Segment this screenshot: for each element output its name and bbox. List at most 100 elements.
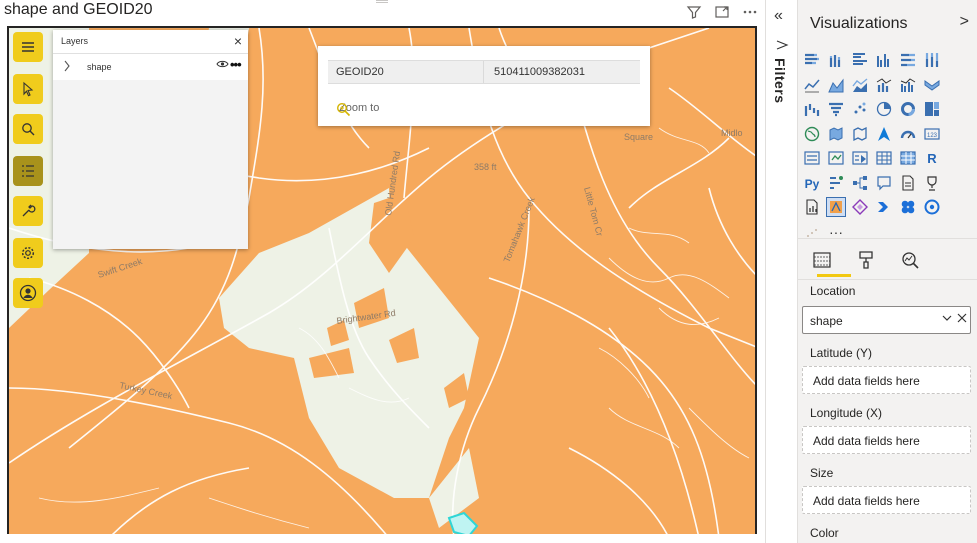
python-visual-icon[interactable]: Py bbox=[802, 173, 822, 193]
wrench-icon[interactable] bbox=[13, 196, 43, 226]
settings-icon[interactable] bbox=[13, 238, 43, 268]
map-icon[interactable] bbox=[802, 124, 822, 144]
format-visual-icon[interactable] bbox=[854, 248, 878, 272]
power-apps-icon[interactable] bbox=[850, 197, 870, 217]
line-and-clustered-column-icon[interactable] bbox=[898, 75, 918, 95]
longitude-well-dropzone[interactable]: Add data fields here bbox=[802, 426, 971, 454]
area-chart-icon[interactable] bbox=[826, 75, 846, 95]
key-influencers-icon[interactable] bbox=[826, 173, 846, 193]
focus-mode-icon[interactable] bbox=[713, 4, 731, 22]
donut-chart-icon[interactable] bbox=[898, 99, 918, 119]
gallery-divider bbox=[798, 238, 977, 239]
filter-icon[interactable] bbox=[685, 4, 703, 22]
filled-map-icon[interactable] bbox=[826, 124, 846, 144]
zoom-to-button[interactable]: Zoom to bbox=[336, 102, 379, 117]
popup-field-value: 510411009382031 bbox=[494, 66, 585, 78]
visualizations-title: Visualizations bbox=[810, 15, 908, 32]
popup-divider bbox=[483, 61, 484, 83]
clustered-column-chart-icon[interactable] bbox=[874, 50, 894, 70]
line-chart-icon[interactable] bbox=[802, 75, 822, 95]
r-script-visual-icon[interactable]: R bbox=[922, 148, 942, 168]
shape-map-icon[interactable] bbox=[850, 124, 870, 144]
stacked-area-chart-icon[interactable] bbox=[850, 75, 870, 95]
chevron-right-icon[interactable]: > bbox=[960, 13, 969, 31]
map-label-elevation: 358 ft bbox=[474, 162, 497, 172]
build-visual-icon[interactable] bbox=[810, 248, 834, 272]
popup-field-name: GEOID20 bbox=[336, 66, 384, 78]
stacked-column-chart-icon[interactable] bbox=[826, 50, 846, 70]
clustered-bar-chart-icon[interactable] bbox=[850, 50, 870, 70]
100-stacked-column-chart-icon[interactable] bbox=[922, 50, 942, 70]
size-well-label: Size bbox=[810, 466, 834, 480]
visual-title: shape and GEOID20 bbox=[4, 1, 153, 18]
location-well-label: Location bbox=[810, 284, 856, 298]
arcgis-map-icon[interactable] bbox=[826, 197, 846, 217]
table-icon[interactable] bbox=[874, 148, 894, 168]
power-automate-icon[interactable] bbox=[874, 197, 894, 217]
slicer-icon[interactable] bbox=[850, 148, 870, 168]
active-tab-indicator bbox=[817, 274, 851, 277]
map-visual[interactable]: shape and GEOID20 Swift Creek Turkey Cre… bbox=[0, 0, 765, 543]
location-field-pill[interactable]: shape bbox=[802, 306, 971, 334]
latitude-well-dropzone[interactable]: Add data fields here bbox=[802, 366, 971, 394]
custom-visual-circle-icon[interactable] bbox=[922, 197, 942, 217]
visual-header-icons bbox=[685, 4, 759, 22]
multi-row-card-icon[interactable] bbox=[802, 148, 822, 168]
menu-icon[interactable] bbox=[13, 32, 43, 62]
ribbon-chart-icon[interactable] bbox=[922, 75, 942, 95]
svg-text:123: 123 bbox=[927, 133, 938, 139]
popup-attribute-row: GEOID20 510411009382031 bbox=[328, 60, 640, 84]
tabs-divider bbox=[798, 279, 977, 280]
double-chevron-left-icon[interactable]: « bbox=[774, 7, 783, 25]
card-icon[interactable]: 123 bbox=[922, 124, 942, 144]
smart-narrative-icon[interactable] bbox=[898, 173, 918, 193]
chevron-down-icon[interactable] bbox=[941, 312, 953, 327]
kpi-icon[interactable] bbox=[826, 148, 846, 168]
visual-type-gallery: 123 R Py ··· bbox=[802, 50, 974, 246]
size-well-dropzone[interactable]: Add data fields here bbox=[802, 486, 971, 514]
100-stacked-bar-chart-icon[interactable] bbox=[898, 50, 918, 70]
search-icon[interactable] bbox=[13, 114, 43, 144]
treemap-icon[interactable] bbox=[922, 99, 942, 119]
funnel-chart-icon[interactable] bbox=[826, 99, 846, 119]
goals-icon[interactable] bbox=[922, 173, 942, 193]
layers-panel: Layers × shape ••• bbox=[53, 30, 248, 249]
filters-label[interactable]: Filters bbox=[772, 58, 788, 104]
visual-drag-handle[interactable] bbox=[376, 0, 388, 3]
size-placeholder: Add data fields here bbox=[813, 494, 920, 508]
select-icon[interactable] bbox=[13, 74, 43, 104]
more-options-icon[interactable] bbox=[741, 4, 759, 22]
close-icon[interactable]: × bbox=[234, 33, 242, 49]
paginated-report-icon[interactable] bbox=[802, 197, 822, 217]
remove-field-icon[interactable] bbox=[956, 312, 968, 327]
map-canvas[interactable]: Swift Creek Turkey Creek Tomahawk Creek … bbox=[7, 26, 757, 534]
matrix-icon[interactable] bbox=[898, 148, 918, 168]
longitude-placeholder: Add data fields here bbox=[813, 434, 920, 448]
layer-more-options-icon[interactable]: ••• bbox=[230, 57, 242, 72]
layer-row[interactable]: shape ••• bbox=[53, 54, 248, 80]
visualizations-pane: Visualizations > 123 R Py ··· Location s… bbox=[798, 0, 977, 543]
svg-text:R: R bbox=[927, 151, 937, 166]
empty-slot bbox=[946, 197, 966, 217]
legend-icon[interactable] bbox=[13, 156, 43, 186]
azure-map-icon[interactable] bbox=[874, 124, 894, 144]
empty-slot bbox=[946, 173, 966, 193]
decomposition-tree-icon[interactable] bbox=[850, 173, 870, 193]
scatter-chart-icon[interactable] bbox=[850, 99, 870, 119]
custom-visual-clover-icon[interactable] bbox=[898, 197, 918, 217]
qna-icon[interactable] bbox=[874, 173, 894, 193]
waterfall-chart-icon[interactable] bbox=[802, 99, 822, 119]
stacked-bar-chart-icon[interactable] bbox=[802, 50, 822, 70]
filters-pane-collapsed[interactable]: « Filters bbox=[765, 0, 798, 543]
color-well-label: Color bbox=[810, 526, 839, 540]
pie-chart-icon[interactable] bbox=[874, 99, 894, 119]
feature-popup: GEOID20 510411009382031 Zoom to bbox=[318, 46, 650, 126]
gauge-icon[interactable] bbox=[898, 124, 918, 144]
analytics-icon[interactable] bbox=[898, 248, 922, 272]
empty-slot bbox=[946, 124, 966, 144]
user-icon[interactable] bbox=[13, 278, 43, 308]
svg-text:Py: Py bbox=[805, 177, 820, 191]
latitude-well-label: Latitude (Y) bbox=[810, 346, 873, 360]
report-canvas: shape and GEOID20 Swift Creek Turkey Cre… bbox=[0, 0, 977, 543]
line-and-stacked-column-icon[interactable] bbox=[874, 75, 894, 95]
